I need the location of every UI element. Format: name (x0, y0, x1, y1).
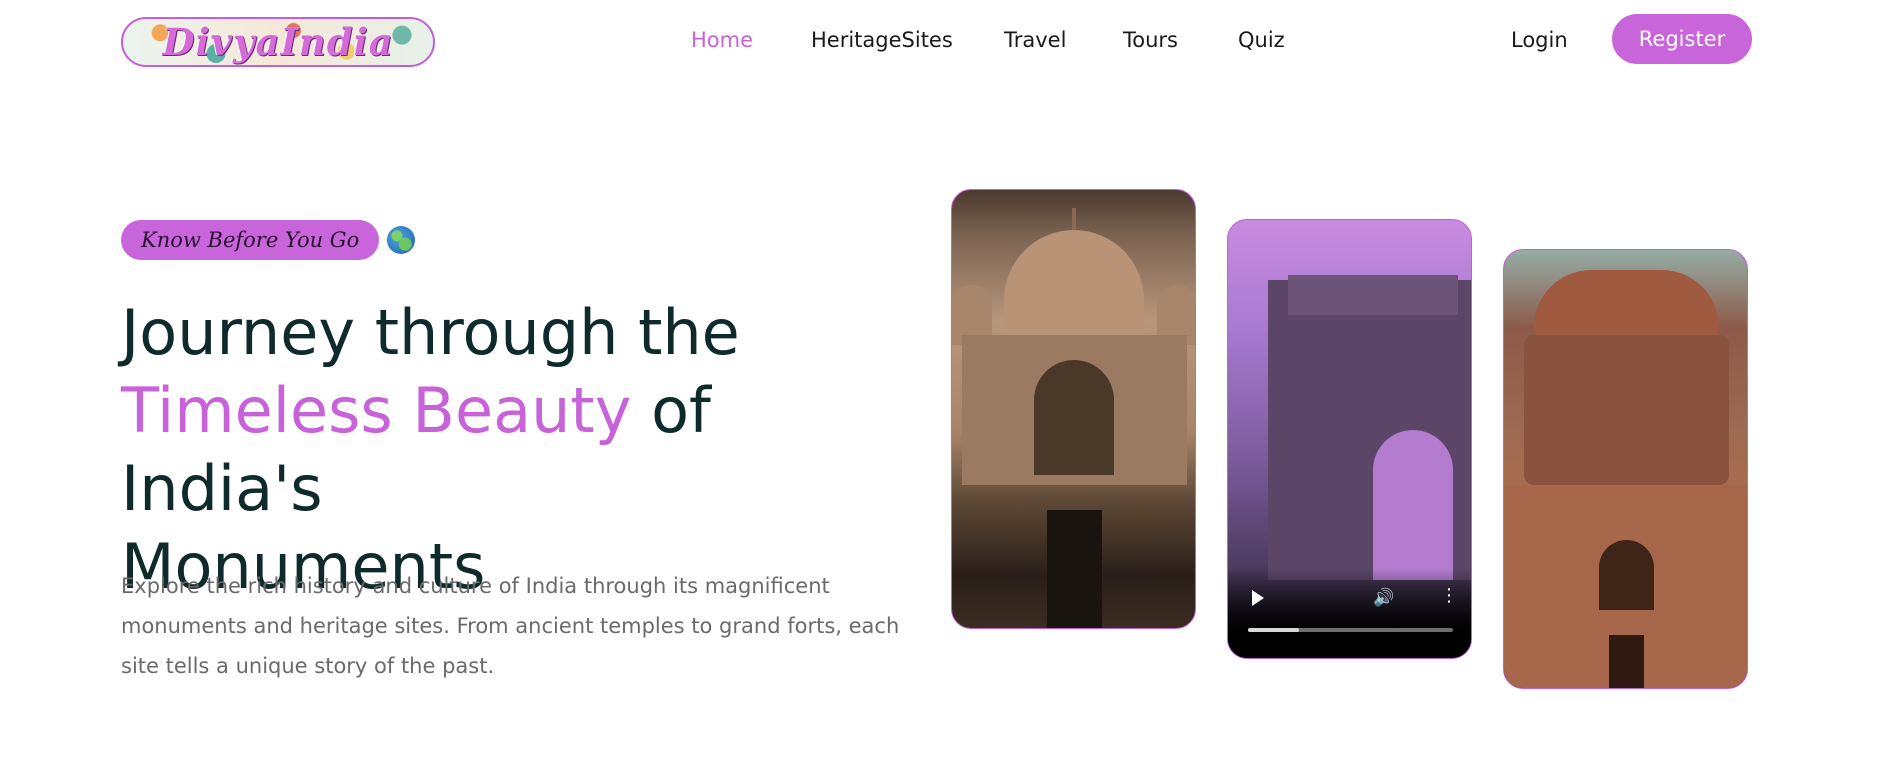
hero-headline: Journey through the Timeless Beauty of I… (121, 294, 921, 606)
video-progress-bar[interactable] (1248, 628, 1453, 632)
hero-description: Explore the rich history and culture of … (121, 574, 900, 678)
nav-link-tours[interactable]: Tours (1123, 24, 1178, 56)
india-gate-video[interactable]: 🔊 ⋮ (1227, 219, 1472, 659)
site-header: DivyaIndia Home HeritageSites Travel Tou… (0, 0, 1878, 80)
more-options-icon[interactable]: ⋮ (1440, 586, 1458, 606)
tagline-badge: Know Before You Go (121, 220, 380, 260)
logo-text: DivyaIndia (162, 20, 394, 64)
play-icon[interactable] (1252, 590, 1264, 606)
nav-link-home[interactable]: Home (691, 24, 753, 56)
volume-icon[interactable]: 🔊 (1373, 588, 1394, 608)
nav-link-heritage-sites[interactable]: HeritageSites (811, 24, 953, 56)
headline-accent: Timeless Beauty (121, 374, 632, 447)
video-progress-fill (1248, 628, 1300, 632)
tagline-row: Know Before You Go (121, 220, 416, 260)
site-logo[interactable]: DivyaIndia (121, 17, 435, 67)
register-button[interactable]: Register (1612, 14, 1752, 64)
nav-link-travel[interactable]: Travel (1004, 24, 1066, 56)
temple-image (1503, 249, 1748, 689)
login-link[interactable]: Login (1511, 24, 1568, 56)
globe-icon (387, 226, 416, 254)
nav-link-quiz[interactable]: Quiz (1238, 24, 1285, 56)
video-controls (1228, 568, 1471, 658)
headline-part1: Journey through the (121, 296, 740, 369)
taj-mahal-image (951, 189, 1196, 629)
